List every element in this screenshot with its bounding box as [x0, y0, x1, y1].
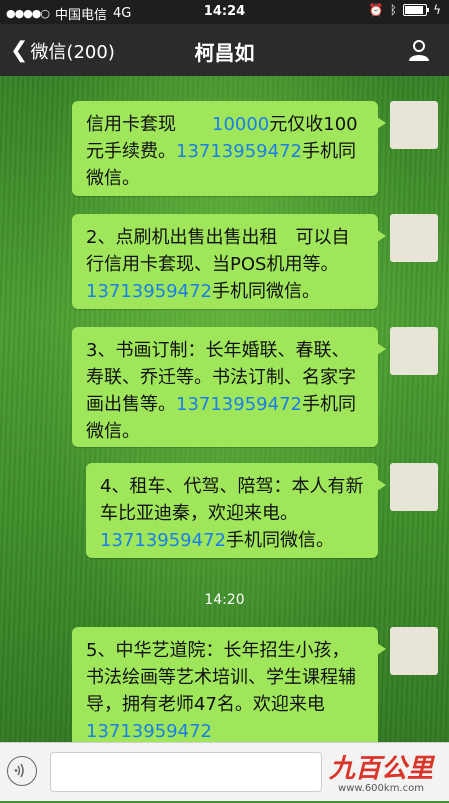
- watermark-logo: 九百公里 www.600km.com: [317, 747, 445, 799]
- status-bar: ●●●●○ 中国电信 4G 14:24 ⏰ ᛒ ϟ: [0, 0, 449, 24]
- sender-avatar[interactable]: [390, 463, 438, 511]
- alarm-icon: ⏰: [368, 3, 384, 17]
- message-input-bar: 九百公里 www.600km.com: [0, 742, 449, 801]
- message-text: 信用卡套现: [86, 114, 212, 135]
- chat-timestamp: 14:20: [204, 592, 245, 608]
- message-text: 4、租车、代驾、陪驾：本人有新车比亚迪秦，欢迎来电。: [100, 476, 364, 524]
- message-bubble-3[interactable]: 3、书画订制：长年婚联、春联、寿联、乔迁等。书法订制、名家字画出售等。13713…: [72, 327, 386, 447]
- phone-link[interactable]: 13713959472: [176, 394, 302, 415]
- chat-header: ❮ 微信(200) 柯昌如: [0, 24, 449, 76]
- sender-avatar[interactable]: [390, 627, 438, 675]
- watermark-url: www.600km.com: [338, 783, 424, 794]
- voice-input-icon[interactable]: [7, 756, 37, 786]
- chat-title: 柯昌如: [194, 41, 255, 65]
- phone-link[interactable]: 13713959472: [176, 141, 302, 162]
- phone-link[interactable]: 10000: [212, 114, 269, 135]
- bluetooth-icon: ᛒ: [389, 3, 398, 17]
- phone-link[interactable]: 13713959472: [86, 721, 212, 742]
- message-bubble-2[interactable]: 2、点刷机出售出售出租 可以自行信用卡套现、当POS机用等。 1371395947…: [72, 214, 386, 309]
- message-bubble-4[interactable]: 4、租车、代驾、陪驾：本人有新车比亚迪秦，欢迎来电。 13713959472手机同…: [86, 463, 386, 558]
- message-bubble-5[interactable]: 5、中华艺道院：长年招生小孩，书法绘画等艺术培训、学生课程辅导，拥有老师47名。…: [72, 627, 386, 747]
- message-text: 5、中华艺道院：长年招生小孩，书法绘画等艺术培训、学生课程辅导，拥有老师47名。…: [86, 640, 356, 715]
- battery-icon: [403, 4, 430, 16]
- message-text-field[interactable]: [50, 752, 322, 792]
- message-text: 2、点刷机出售出售出租 可以自行信用卡套现、当POS机用等。: [86, 227, 350, 275]
- message-bubble-1[interactable]: 信用卡套现 10000元仅收100元手续费。13713959472手机同微信。: [72, 101, 386, 196]
- charging-icon: ϟ: [433, 3, 441, 17]
- sender-avatar[interactable]: [390, 327, 438, 375]
- message-text: 手机同微信。: [211, 281, 320, 302]
- contact-profile-icon[interactable]: [407, 38, 431, 62]
- sender-avatar[interactable]: [390, 214, 438, 262]
- message-text: 手机同微信。: [225, 530, 334, 551]
- phone-link[interactable]: 13713959472: [86, 281, 212, 302]
- svg-text:九百公里: 九百公里: [328, 753, 436, 783]
- sender-avatar[interactable]: [390, 101, 438, 149]
- phone-link[interactable]: 13713959472: [100, 530, 226, 551]
